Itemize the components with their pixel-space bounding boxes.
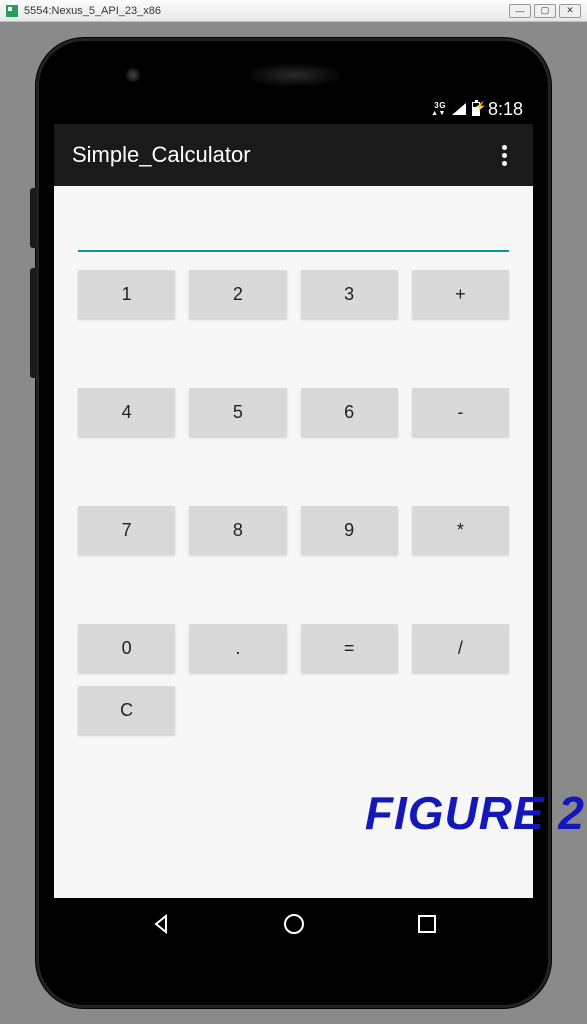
status-clock: 8:18	[488, 99, 523, 120]
square-recent-icon	[415, 912, 439, 936]
nav-home-button[interactable]	[274, 904, 314, 944]
android-nav-bar	[54, 898, 533, 950]
calculator-display[interactable]	[78, 212, 509, 252]
window-close-button[interactable]: ✕	[559, 4, 581, 18]
key-2[interactable]: 2	[189, 270, 286, 318]
key-equals[interactable]: =	[301, 624, 398, 672]
window-maximize-button[interactable]: ▢	[534, 4, 556, 18]
key-5[interactable]: 5	[189, 388, 286, 436]
calculator-keypad-row5: C	[78, 686, 509, 734]
key-9[interactable]: 9	[301, 506, 398, 554]
status-bar: 3G ▲▼ ⚡ 8:18	[54, 94, 533, 124]
network-indicator: 3G ▲▼	[431, 102, 446, 117]
figure-label: FIGURE 2	[365, 786, 585, 840]
battery-icon: ⚡	[472, 102, 480, 116]
overflow-menu-button[interactable]	[494, 137, 515, 174]
window-minimize-button[interactable]: —	[509, 4, 531, 18]
key-4[interactable]: 4	[78, 388, 175, 436]
key-1[interactable]: 1	[78, 270, 175, 318]
key-plus[interactable]: +	[412, 270, 509, 318]
calculator-keypad: 1 2 3 + 4 5 6 - 7 8 9 * 0 . = /	[78, 270, 509, 672]
emulator-icon	[6, 5, 18, 17]
key-0[interactable]: 0	[78, 624, 175, 672]
nav-back-button[interactable]	[141, 904, 181, 944]
app-title: Simple_Calculator	[72, 142, 494, 168]
nav-recent-button[interactable]	[407, 904, 447, 944]
triangle-back-icon	[149, 912, 173, 936]
device-frame: 3G ▲▼ ⚡ 8:18 Simple_Calculator 1 2 3 + 4…	[36, 38, 551, 1008]
device-speaker	[249, 64, 339, 86]
device-camera	[126, 68, 140, 82]
circle-home-icon	[282, 912, 306, 936]
emulator-titlebar: 5554:Nexus_5_API_23_x86 — ▢ ✕	[0, 0, 587, 22]
calculator-content: 1 2 3 + 4 5 6 - 7 8 9 * 0 . = / C	[54, 186, 533, 752]
key-8[interactable]: 8	[189, 506, 286, 554]
key-7[interactable]: 7	[78, 506, 175, 554]
app-bar: Simple_Calculator	[54, 124, 533, 186]
key-multiply[interactable]: *	[412, 506, 509, 554]
key-dot[interactable]: .	[189, 624, 286, 672]
key-3[interactable]: 3	[301, 270, 398, 318]
emulator-title: 5554:Nexus_5_API_23_x86	[24, 5, 506, 17]
key-clear[interactable]: C	[78, 686, 175, 734]
device-power-button[interactable]	[30, 188, 36, 248]
key-divide[interactable]: /	[412, 624, 509, 672]
signal-icon	[452, 103, 466, 115]
device-volume-button[interactable]	[30, 268, 36, 378]
key-6[interactable]: 6	[301, 388, 398, 436]
key-minus[interactable]: -	[412, 388, 509, 436]
